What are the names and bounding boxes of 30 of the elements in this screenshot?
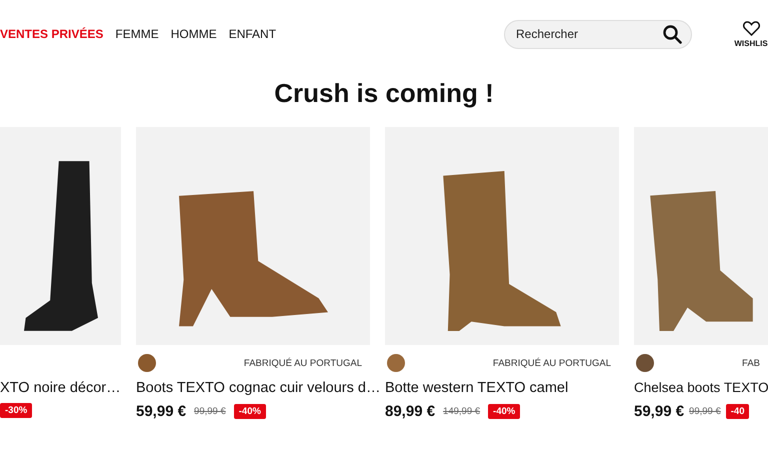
product-price: 59,99 € [634, 403, 684, 420]
product-name[interactable]: Botte western TEXTO camel [385, 379, 568, 397]
product-price: 89,99 € [385, 403, 436, 420]
nav-link[interactable]: HOMME [170, 27, 217, 41]
origin-label: FABRIQUÉ AU PORTUGAL [492, 358, 611, 368]
discount-badge: -30% [0, 403, 32, 418]
page-heading: Crush is coming ! [273, 78, 495, 109]
discount-badge: -40% [488, 404, 520, 419]
wishlist-link[interactable]: WISHLIS [734, 20, 768, 48]
old-price: 99,99 € [689, 406, 721, 417]
search-icon[interactable] [663, 24, 682, 44]
color-swatch[interactable] [387, 354, 405, 372]
old-price: 99,99 € [194, 406, 226, 417]
product-photo[interactable] [0, 127, 121, 345]
product-name[interactable]: Boots TEXTO cognac cuir velours d… [136, 379, 380, 397]
origin-label: FABRIQUÉ AU PORTUGAL [244, 358, 362, 368]
heart-icon [742, 20, 760, 36]
nav-link[interactable]: ENFANT [228, 27, 276, 41]
product-name[interactable]: Chelsea boots TEXTO [634, 379, 768, 397]
discount-badge: -40% [234, 404, 266, 419]
product-price: 59,99 € [136, 403, 186, 420]
color-swatch[interactable] [138, 354, 156, 372]
search-field[interactable]: Rechercher [504, 20, 692, 48]
origin-label: FAB [742, 358, 760, 368]
product-name[interactable]: XTO noire décor… [0, 379, 121, 397]
old-price: 149,99 € [443, 406, 480, 417]
discount-badge: -40 [726, 404, 750, 419]
nav-link[interactable]: FEMME [115, 27, 159, 41]
nav-link[interactable]: VENTES PRIVÉES [0, 27, 104, 41]
color-swatch[interactable] [636, 354, 654, 372]
